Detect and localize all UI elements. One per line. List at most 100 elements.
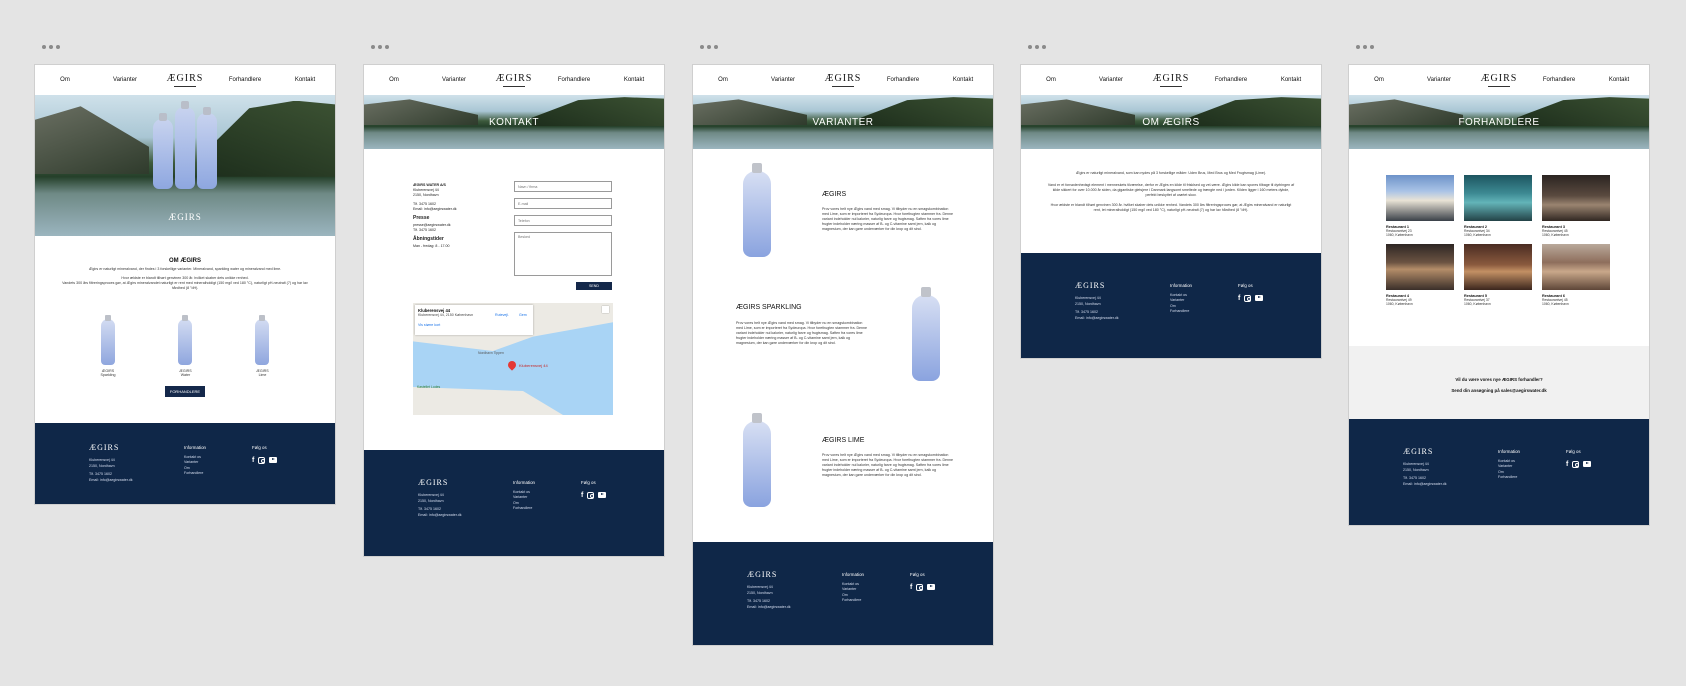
opening-hours: Man - fredag: 8 - 17.00 — [413, 244, 450, 248]
instagram-icon[interactable] — [1244, 294, 1252, 302]
hero-bottles — [153, 101, 217, 189]
hero-banner: FORHANDLERE — [1349, 95, 1649, 149]
contact-info: ÆGIRS WATER A/S Kluberensvej 44 2150, No… — [413, 183, 457, 249]
nav-varianter[interactable]: Varianter — [1409, 77, 1469, 83]
brand-logo-text: ÆGIRS — [166, 72, 204, 84]
retailer-card[interactable]: Restaurant 6 Restaurantvej 45 1060, Købe… — [1542, 243, 1610, 307]
forhandlere-button[interactable]: FORHANDLERE — [165, 386, 205, 397]
frame-menu-icon[interactable] — [1028, 45, 1046, 49]
retailer-card[interactable]: Restaurant 1 Restaurantvej 23 1060, Købe… — [1386, 175, 1454, 238]
brand-logo-text: ÆGIRS — [1152, 72, 1190, 84]
youtube-icon[interactable] — [1255, 294, 1264, 301]
restaurant-photo — [1464, 175, 1532, 221]
nav-varianter[interactable]: Varianter — [1081, 77, 1141, 83]
message-input[interactable] — [514, 232, 612, 276]
footer-link[interactable]: Forhandlere — [1498, 475, 1520, 481]
map-route-link[interactable]: Rutevejl. — [495, 313, 509, 317]
map-larger-link[interactable]: Vis større kort — [418, 323, 530, 327]
brand-logo[interactable]: ÆGIRS — [813, 73, 873, 87]
facebook-icon[interactable]: f — [1238, 295, 1240, 303]
nav-kontakt[interactable]: Kontakt — [1261, 77, 1321, 83]
send-button[interactable]: SEND — [576, 282, 612, 290]
nav-om[interactable]: Om — [1021, 77, 1081, 83]
footer-info-title: Information — [1170, 283, 1192, 288]
map-fullscreen-icon[interactable] — [602, 306, 609, 313]
map-embed[interactable]: Kluberensvej 44 Kluberensvej 44, 2150 Kø… — [413, 303, 613, 415]
nav-kontakt[interactable]: Kontakt — [1589, 77, 1649, 83]
hero-logo: ÆGIRS — [168, 212, 202, 222]
phone-input[interactable] — [514, 215, 612, 226]
frame-menu-icon[interactable] — [700, 45, 718, 49]
hero-image: ÆGIRS — [35, 95, 335, 236]
nav-kontakt[interactable]: Kontakt — [275, 77, 335, 83]
email-input[interactable] — [514, 198, 612, 209]
footer-link[interactable]: Forhandlere — [184, 471, 206, 477]
footer-link[interactable]: Forhandlere — [842, 598, 864, 604]
nav-om[interactable]: Om — [693, 77, 753, 83]
frame-menu-icon[interactable] — [42, 45, 60, 49]
hero-title: KONTAKT — [489, 116, 539, 128]
retailer-city: 1060, København — [1542, 302, 1569, 307]
nav-varianter[interactable]: Varianter — [753, 77, 813, 83]
frame-menu-icon[interactable] — [1356, 45, 1374, 49]
brand-logo[interactable]: ÆGIRS — [1141, 72, 1201, 87]
retailer-card[interactable]: Restaurant 2 Restaurantvej 34 1060, Købe… — [1464, 175, 1532, 238]
instagram-icon[interactable] — [916, 583, 924, 591]
retailer-city: 1060, København — [1464, 233, 1491, 238]
retailer-card[interactable]: Restaurant 5 Restaurantvej 37 1060, Købe… — [1464, 243, 1532, 307]
facebook-icon[interactable]: f — [1566, 461, 1568, 469]
youtube-icon[interactable] — [269, 456, 278, 463]
nav-varianter[interactable]: Varianter — [424, 77, 484, 83]
map-pin-icon[interactable] — [506, 359, 518, 371]
variant-title: ÆGIRS SPARKLING — [736, 304, 802, 311]
nav-forhandlere[interactable]: Forhandlere — [215, 77, 275, 83]
nav-om[interactable]: Om — [35, 77, 95, 83]
nav-om[interactable]: Om — [1349, 77, 1409, 83]
map-save-link[interactable]: Gem — [519, 313, 527, 317]
nav-forhandlere[interactable]: Forhandlere — [544, 77, 604, 83]
bottle-image — [100, 315, 115, 365]
footer-follow-title: Følg os — [252, 445, 267, 450]
footer-follow-title: Følg os — [1566, 449, 1581, 454]
facebook-icon[interactable]: f — [252, 457, 254, 465]
youtube-icon[interactable] — [1583, 460, 1592, 467]
nav-kontakt[interactable]: Kontakt — [933, 77, 993, 83]
retailer-city: 1060, København — [1386, 233, 1413, 238]
nav-forhandlere[interactable]: Forhandlere — [1529, 77, 1589, 83]
youtube-icon[interactable] — [598, 491, 607, 498]
brand-logo[interactable]: ÆGIRS — [155, 72, 215, 87]
design-board: Om Varianter ÆGIRS Forhandlere Kontakt Æ… — [0, 0, 1686, 686]
brand-logo[interactable]: ÆGIRS — [1469, 73, 1529, 87]
frame-menu-icon[interactable] — [371, 45, 389, 49]
product-card[interactable]: ÆGIRS Sparkling — [100, 315, 115, 377]
nav-om[interactable]: Om — [364, 77, 424, 83]
product-card[interactable]: ÆGIRS Water — [178, 315, 193, 377]
footer-link[interactable]: Forhandlere — [1170, 309, 1192, 315]
hero-title: FORHANDLERE — [1458, 116, 1540, 128]
instagram-icon[interactable] — [1572, 460, 1580, 468]
footer-city: 2150, Nordhavn — [1403, 467, 1429, 472]
nav-forhandlere[interactable]: Forhandlere — [1201, 77, 1261, 83]
hero-title: OM ÆGIRS — [1142, 116, 1200, 128]
footer-link[interactable]: Forhandlere — [513, 506, 535, 512]
top-nav: Om Varianter ÆGIRS Forhandlere Kontakt — [35, 65, 335, 95]
nav-varianter[interactable]: Varianter — [95, 77, 155, 83]
name-input[interactable] — [514, 181, 612, 192]
restaurant-photo — [1386, 175, 1454, 221]
footer-email: Email: info@aegirswater.dk — [89, 477, 133, 482]
facebook-icon[interactable]: f — [910, 584, 912, 592]
brand-logo[interactable]: ÆGIRS — [484, 73, 544, 87]
nav-kontakt[interactable]: Kontakt — [604, 77, 664, 83]
forhandlere-page: Om Varianter ÆGIRS Forhandlere Kontakt F… — [1349, 65, 1649, 525]
variant-section: ÆGIRS LIME Prov vores helt nye Ægirs van… — [693, 411, 993, 535]
product-card[interactable]: ÆGIRS Lime — [255, 315, 270, 377]
instagram-icon[interactable] — [587, 491, 595, 499]
retailer-card[interactable]: Restaurant 4 Restaurantvej 49 1060, Købe… — [1386, 243, 1454, 307]
cta-email[interactable]: Send din ansøgning på sales@aegirswater.… — [1349, 385, 1649, 396]
instagram-icon[interactable] — [258, 456, 266, 464]
youtube-icon[interactable] — [927, 583, 936, 590]
home-page: Om Varianter ÆGIRS Forhandlere Kontakt Æ… — [35, 65, 335, 504]
retailer-card[interactable]: Restaurant 3 Restaurantvej 45 1060, Købe… — [1542, 175, 1610, 238]
facebook-icon[interactable]: f — [581, 492, 583, 500]
nav-forhandlere[interactable]: Forhandlere — [873, 77, 933, 83]
